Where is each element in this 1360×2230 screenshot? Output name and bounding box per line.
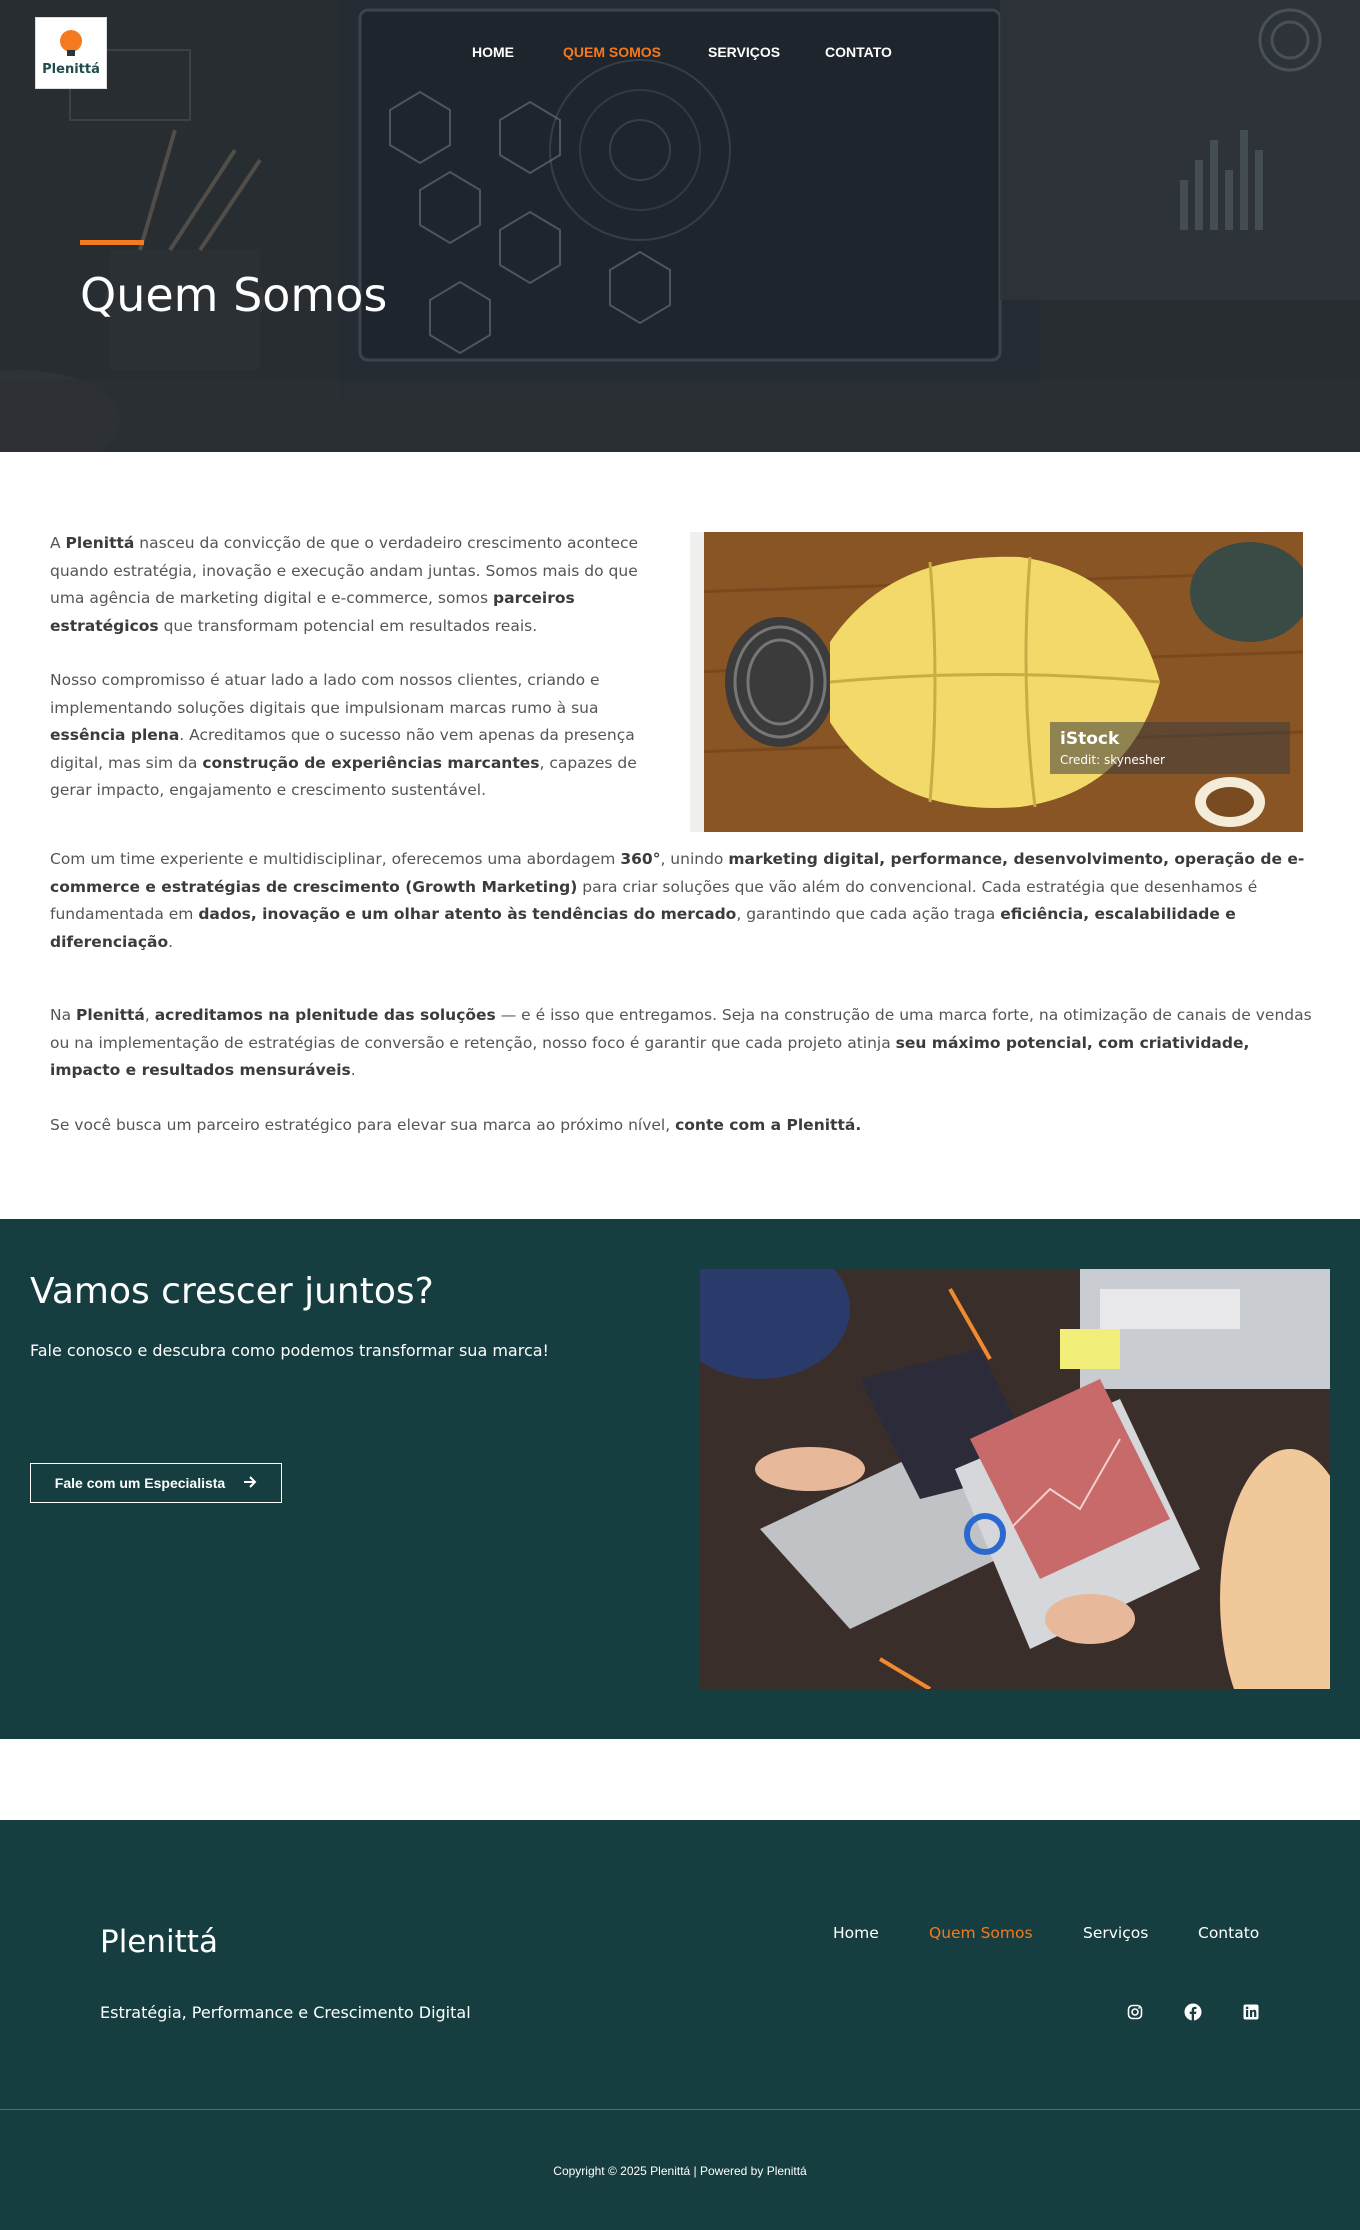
footer-nav-servicos[interactable]: Serviços xyxy=(1083,1924,1148,1942)
istock-watermark: iStock xyxy=(1060,729,1120,749)
team-laptops-image xyxy=(700,1269,1330,1689)
footer-nav-quem-somos[interactable]: Quem Somos xyxy=(929,1924,1033,1942)
copyright-text: Copyright © 2025 Plenittá | Powered by P… xyxy=(553,2164,807,2178)
nav-item-home[interactable]: HOME xyxy=(472,44,514,60)
about-paragraph-1: A Plenittá nasceu da convicção de que o … xyxy=(50,534,639,635)
footer-tagline: Estratégia, Performance e Crescimento Di… xyxy=(100,2003,471,2022)
about-details: Com um time experiente e multidisciplina… xyxy=(50,846,1315,1166)
about-paragraph-2: Nosso compromisso é atuar lado a lado co… xyxy=(50,671,637,799)
page-title: Quem Somos xyxy=(80,268,388,322)
hero-overlay xyxy=(0,0,1360,452)
nav-item-contato[interactable]: CONTATO xyxy=(825,44,892,60)
hero-accent-bar xyxy=(80,240,144,245)
cta-button-label: Fale com um Especialista xyxy=(54,1475,226,1491)
site-footer: Plenittá Estratégia, Performance e Cresc… xyxy=(0,1820,1360,2230)
cta-subtitle: Fale conosco e descubra como podemos tra… xyxy=(30,1341,549,1360)
cta-title: Vamos crescer juntos? xyxy=(30,1271,434,1312)
footer-brand: Plenittá xyxy=(100,1924,218,1960)
footer-divider xyxy=(0,2109,1360,2110)
footer-nav-contato[interactable]: Contato xyxy=(1198,1924,1259,1942)
main-navigation: HOME QUEM SOMOS SERVIÇOS CONTATO xyxy=(0,44,1360,64)
hero-banner: Plenittá HOME QUEM SOMOS SERVIÇOS CONTAT… xyxy=(0,0,1360,452)
contact-specialist-button[interactable]: Fale com um Especialista xyxy=(30,1463,282,1503)
about-paragraph-4: Na Plenittá, acreditamos na plenitude da… xyxy=(50,1006,1312,1079)
puzzle-lightbulb-image: iStock Credit: skynesher xyxy=(690,532,1303,832)
instagram-icon[interactable] xyxy=(1125,2002,1145,2022)
facebook-icon[interactable] xyxy=(1183,2002,1203,2022)
about-paragraph-5: Se você busca um parceiro estratégico pa… xyxy=(50,1115,862,1134)
cta-section: Vamos crescer juntos? Fale conosco e des… xyxy=(0,1219,1360,1739)
about-paragraph-3: Com um time experiente e multidisciplina… xyxy=(50,850,1305,951)
image-credit: Credit: skynesher xyxy=(1060,753,1165,767)
arrow-right-icon xyxy=(243,1475,257,1491)
footer-nav-home[interactable]: Home xyxy=(833,1924,879,1942)
about-intro: A Plenittá nasceu da convicção de que o … xyxy=(50,530,670,832)
nav-item-quem-somos[interactable]: QUEM SOMOS xyxy=(563,44,661,60)
nav-item-servicos[interactable]: SERVIÇOS xyxy=(708,44,780,60)
linkedin-icon[interactable] xyxy=(1241,2002,1261,2022)
